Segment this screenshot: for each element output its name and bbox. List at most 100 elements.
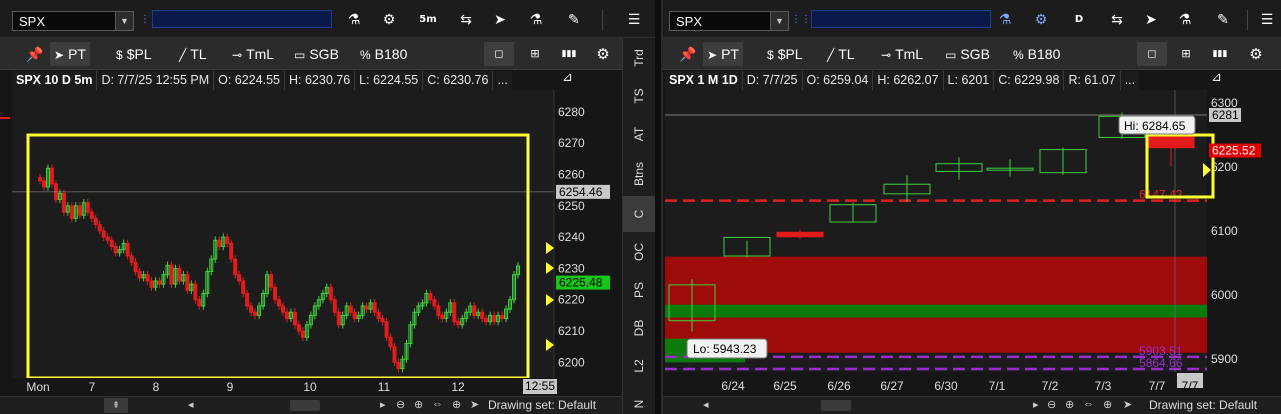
gear-icon[interactable]: ⚙ <box>375 8 403 32</box>
bar-range: R: 61.07 <box>1064 71 1121 90</box>
right-symbol-input[interactable]: SPX ▼ <box>669 11 789 31</box>
b180-tool[interactable]: % B180 <box>1009 42 1064 66</box>
pointer-label: PT <box>721 46 739 62</box>
zoom-out-icon[interactable]: ⊖ <box>1047 398 1056 411</box>
side-tab-trd[interactable]: Trd <box>623 40 655 76</box>
cursor-icon[interactable]: ➤ <box>486 8 514 32</box>
side-tab-at[interactable]: AT <box>623 116 655 152</box>
flask-icon[interactable]: ⚗ <box>340 8 368 32</box>
candle-body <box>129 255 134 263</box>
zoom-in-icon[interactable]: ⊕ <box>414 398 423 411</box>
left-drawing-toolbar: 📌 ➤ PT $ $PL ╱ TL ⊸ TmL ▭ SGB % B180 ◻ ⊞ ▮▮▮ ⚙ <box>0 38 622 70</box>
bars-icon: ▮▮▮ <box>1212 49 1228 59</box>
left-symbol-bar: SPX ▼ ⋮⋮ ⚗ ⚙ 5m ⇆ ➤ ⚗ ✎ ☰ <box>0 0 655 38</box>
scroll-right-icon[interactable]: ▸ <box>380 398 386 411</box>
cursor-icon[interactable]: ➤ <box>470 398 479 411</box>
side-tab-c[interactable]: C <box>623 196 655 232</box>
grid-layout-button[interactable]: ⊞ <box>520 42 550 66</box>
side-tab-ps[interactable]: PS <box>623 272 655 308</box>
expand-chart-icon[interactable]: ⊿ <box>1211 70 1222 85</box>
candle-body <box>436 305 441 316</box>
pointer-tool[interactable]: ➤ PT <box>703 42 743 66</box>
study-icon[interactable]: ⚗ <box>522 8 550 32</box>
drawing-set-label[interactable]: Drawing set: Default <box>488 398 596 412</box>
rectangle-icon: ▭ <box>294 48 306 62</box>
price-level-tool[interactable]: $ $PL <box>112 42 156 66</box>
bar-date: D: 7/7/25 12:55 PM <box>97 71 215 90</box>
bars-button[interactable]: ▮▮▮ <box>554 42 584 66</box>
chart-settings-button[interactable]: ⚙ <box>588 42 618 66</box>
single-layout-button[interactable]: ◻ <box>1137 42 1167 66</box>
scroll-thumb[interactable] <box>290 400 320 411</box>
b180-tool[interactable]: % B180 <box>356 42 411 66</box>
drawing-icon[interactable]: ✎ <box>560 8 588 32</box>
compare-icon[interactable]: ⇆ <box>452 8 480 32</box>
bar-close: C: 6229.98 <box>994 71 1065 90</box>
study-icon[interactable]: ⚗ <box>1171 8 1199 32</box>
gear-icon[interactable]: ⚙ <box>1027 8 1055 32</box>
left-symbol-input[interactable]: SPX ▼ <box>12 11 134 31</box>
right-chart-canvas[interactable]: 590060006100620063006147.435903.515864.6… <box>663 90 1281 396</box>
pin-button[interactable]: 📌 <box>22 42 47 66</box>
scroll-thumb[interactable] <box>821 400 851 411</box>
crosshair-icon[interactable]: ⊕ <box>1103 398 1112 411</box>
zoom-in-icon[interactable]: ⊕ <box>1065 398 1074 411</box>
drawing-icon[interactable]: ✎ <box>1209 8 1237 32</box>
left-link-bar[interactable] <box>152 10 332 28</box>
candle-body <box>237 274 242 282</box>
aggregation-button[interactable]: D <box>1065 8 1093 32</box>
timeline-tool[interactable]: ⊸ TmL <box>877 42 927 66</box>
pan-icon[interactable]: ⇔ <box>1083 398 1094 410</box>
drawing-set-label[interactable]: Drawing set: Default <box>1149 398 1257 412</box>
crosshair-icon[interactable]: ⊕ <box>452 398 461 411</box>
candle-body <box>177 267 182 282</box>
flask-icon[interactable]: ⚗ <box>991 8 1019 32</box>
pointer-tool[interactable]: ➤ PT <box>50 42 90 66</box>
cursor-icon[interactable]: ➤ <box>1123 398 1132 411</box>
scroll-left-icon[interactable]: ◂ <box>188 398 194 411</box>
single-layout-button[interactable]: ◻ <box>484 42 514 66</box>
chevron-down-icon[interactable]: ▼ <box>115 12 133 30</box>
expand-chart-icon[interactable]: ⊿ <box>562 70 573 85</box>
collapse-up-icon[interactable]: ⇞ <box>104 398 128 413</box>
scroll-left-icon[interactable]: ◂ <box>703 398 709 411</box>
right-link-bar[interactable] <box>811 10 991 28</box>
left-chart-canvas[interactable]: 6200 6210 6220 6230 6240 6250 6260 6270 6280 6254… <box>0 90 622 396</box>
x-tick-label: 7/7 <box>1149 379 1166 393</box>
grid-layout-button[interactable]: ⊞ <box>1171 42 1201 66</box>
side-tab-n[interactable]: N <box>623 386 655 414</box>
menu-icon[interactable]: ☰ <box>1253 8 1281 32</box>
timeline-tool[interactable]: ⊸ TmL <box>228 42 278 66</box>
menu-icon[interactable]: ☰ <box>620 8 648 32</box>
side-tab-ts[interactable]: TS <box>623 78 655 114</box>
side-tab-l2[interactable]: L2 <box>623 348 655 384</box>
chevron-down-icon[interactable]: ▼ <box>770 12 788 30</box>
trendline-tool[interactable]: ╱ TL <box>823 42 859 66</box>
side-tab-btns[interactable]: Btns <box>623 154 655 194</box>
compare-icon[interactable]: ⇆ <box>1103 8 1131 32</box>
aggregation-button[interactable]: 5m <box>414 8 442 32</box>
trendline-label: TL <box>838 46 855 62</box>
candle-body <box>38 177 42 182</box>
pan-icon[interactable]: ⇔ <box>432 398 443 410</box>
zoom-out-icon[interactable]: ⊖ <box>396 398 405 411</box>
scroll-right-icon[interactable]: ▸ <box>1033 398 1039 411</box>
candle-body <box>225 236 230 244</box>
y-tick-label: 6220 <box>558 293 585 307</box>
chart-settings-button[interactable]: ⚙ <box>1241 42 1271 66</box>
y-tick-label: 6200 <box>558 355 585 369</box>
trendline-icon: ╱ <box>827 48 835 62</box>
side-tab-oc[interactable]: OC <box>623 234 655 270</box>
side-tab-db[interactable]: DB <box>623 310 655 346</box>
pin-button[interactable]: 📌 <box>675 42 700 66</box>
b180-label: B180 <box>1027 46 1061 62</box>
side-tab-label: AT <box>632 126 646 142</box>
side-tab-strip: Trd TS AT Btns C OC PS DB L2 N <box>622 38 655 414</box>
price-level-tool[interactable]: $ $PL <box>763 42 807 66</box>
sgb-tool[interactable]: ▭ SGB <box>941 42 994 66</box>
timeline-label: TmL <box>246 46 275 62</box>
bars-button[interactable]: ▮▮▮ <box>1205 42 1235 66</box>
trendline-tool[interactable]: ╱ TL <box>175 42 211 66</box>
cursor-icon[interactable]: ➤ <box>1137 8 1165 32</box>
sgb-tool[interactable]: ▭ SGB <box>290 42 343 66</box>
